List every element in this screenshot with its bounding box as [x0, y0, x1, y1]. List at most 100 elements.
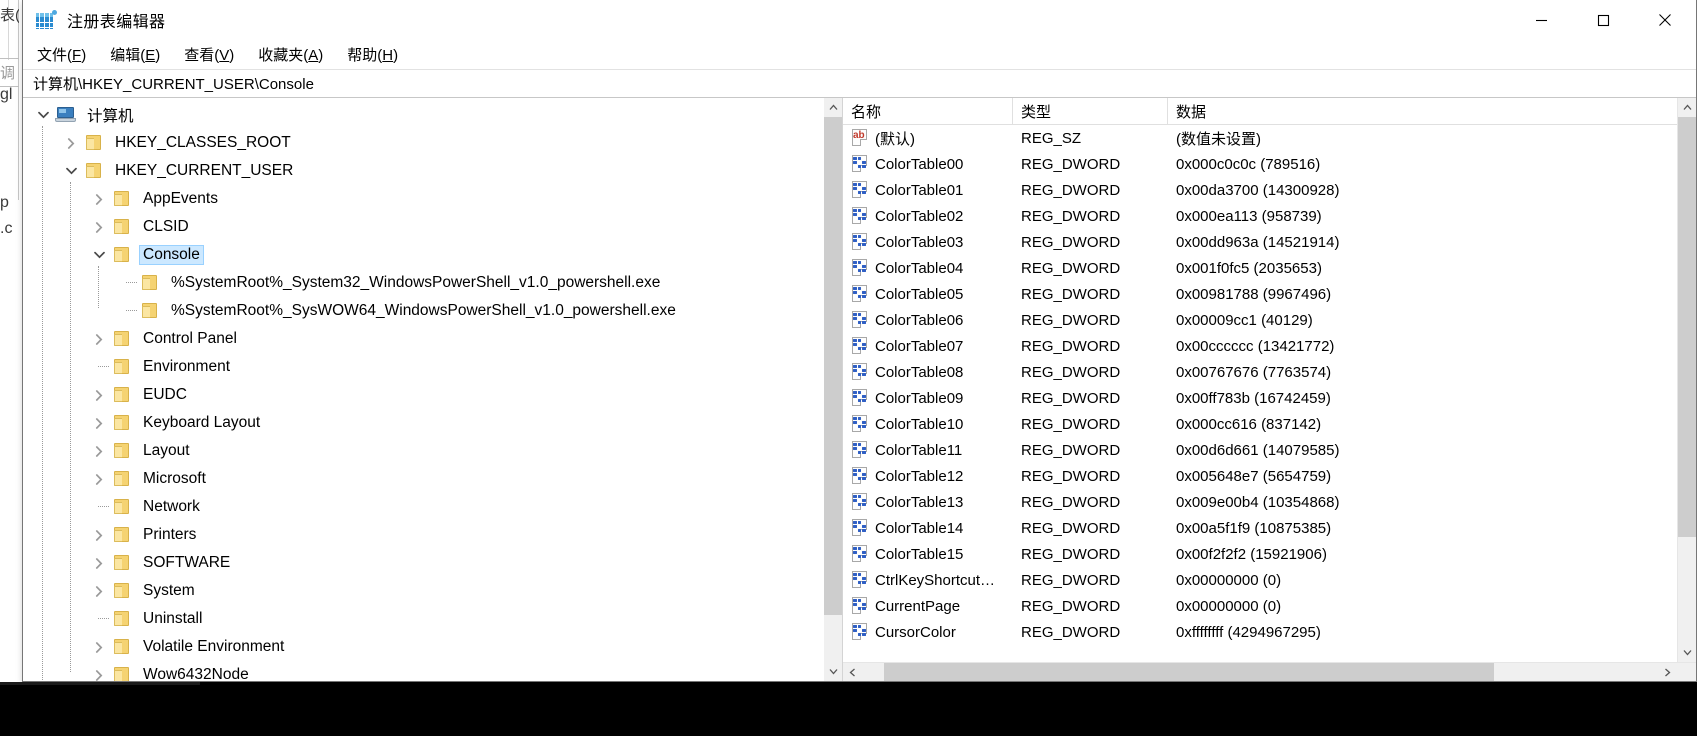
- value-row[interactable]: ColorTable15 REG_DWORD 0x00f2f2f2 (1592190…: [843, 541, 1677, 567]
- tree-expand-toggle[interactable]: [87, 661, 111, 681]
- value-row[interactable]: ColorTable07 REG_DWORD 0x00cccccc (1342177…: [843, 333, 1677, 359]
- value-row[interactable]: ColorTable04 REG_DWORD 0x001f0fc5 (2035653…: [843, 255, 1677, 281]
- tree-node-system[interactable]: System: [23, 577, 823, 605]
- menu-item-view[interactable]: 查看(V): [182, 42, 236, 67]
- value-row[interactable]: ColorTable13 REG_DWORD 0x009e00b4 (1035486…: [843, 489, 1677, 515]
- dword-bits: [853, 235, 866, 246]
- tree-node-[interactable]: 计算机: [23, 101, 823, 129]
- value-row[interactable]: CursorColor REG_DWORD 0xffffffff (42949672…: [843, 619, 1677, 645]
- value-row[interactable]: ColorTable08 REG_DWORD 0x00767676 (7763574…: [843, 359, 1677, 385]
- tree-node-software[interactable]: SOFTWARE: [23, 549, 823, 577]
- menu-item-edit[interactable]: 编辑(E): [108, 42, 162, 67]
- tree-node-volatile-environment[interactable]: Volatile Environment: [23, 633, 823, 661]
- values-horizontal-scrollbar[interactable]: [843, 662, 1696, 681]
- value-row[interactable]: ColorTable06 REG_DWORD 0x00009cc1 (40129): [843, 307, 1677, 333]
- tree-node-eudc[interactable]: EUDC: [23, 381, 823, 409]
- tree-node-environment[interactable]: Environment: [23, 353, 823, 381]
- values-scroll-left-button[interactable]: [843, 663, 862, 681]
- tree-node-uninstall[interactable]: Uninstall: [23, 605, 823, 633]
- column-header-data[interactable]: 数据: [1168, 98, 1677, 124]
- value-row[interactable]: ColorTable10 REG_DWORD 0x000cc616 (837142): [843, 411, 1677, 437]
- tree-scroll-thumb[interactable]: [824, 117, 842, 615]
- tree-expand-toggle[interactable]: [87, 381, 111, 409]
- values-hscroll-thumb[interactable]: [884, 663, 1494, 681]
- tree-node-wow6432node[interactable]: Wow6432Node: [23, 661, 823, 681]
- tree-node-microsoft[interactable]: Microsoft: [23, 465, 823, 493]
- value-row[interactable]: ColorTable03 REG_DWORD 0x00dd963a (1452191…: [843, 229, 1677, 255]
- tree-collapse-toggle[interactable]: [31, 101, 55, 129]
- tree-node-label: SOFTWARE: [143, 554, 231, 571]
- values-scroll-down-button[interactable]: [1678, 643, 1696, 662]
- value-row[interactable]: ColorTable05 REG_DWORD 0x00981788 (9967496…: [843, 281, 1677, 307]
- value-row[interactable]: CurrentPage REG_DWORD 0x00000000 (0): [843, 593, 1677, 619]
- registry-tree[interactable]: 计算机 HKEY_CLASSES_ROOT HKEY_CURRENT_USER App…: [23, 98, 823, 681]
- folder-icon: [111, 441, 133, 461]
- tree-node-hkey-classes-root[interactable]: HKEY_CLASSES_ROOT: [23, 129, 823, 157]
- dword-value-icon: [850, 493, 870, 511]
- maximize-button[interactable]: [1572, 0, 1634, 40]
- tree-scroll-track[interactable]: [824, 117, 842, 662]
- value-row[interactable]: ColorTable02 REG_DWORD 0x000ea113 (958739): [843, 203, 1677, 229]
- menu-item-favorites[interactable]: 收藏夹(A): [256, 42, 325, 67]
- menu-item-file[interactable]: 文件(F): [35, 42, 88, 67]
- tree-node-systemroot-syswow64-windowspowershell-v1-0-powershell-exe[interactable]: %SystemRoot%_SysWOW64_WindowsPowerShell_…: [23, 297, 823, 325]
- tree-expand-toggle[interactable]: [87, 185, 111, 213]
- column-header-type[interactable]: 类型: [1013, 98, 1168, 124]
- folder-icon: [111, 525, 133, 545]
- tree-expand-toggle[interactable]: [87, 633, 111, 661]
- value-row[interactable]: ColorTable12 REG_DWORD 0x005648e7 (5654759…: [843, 463, 1677, 489]
- tree-scroll-up-button[interactable]: [824, 98, 842, 117]
- tree-node-console[interactable]: Console: [23, 241, 823, 269]
- values-scroll-up-button[interactable]: [1678, 98, 1696, 117]
- address-bar[interactable]: 计算机\HKEY_CURRENT_USER\Console: [23, 70, 1696, 98]
- tree-collapse-toggle[interactable]: [59, 157, 83, 185]
- values-scroll-right-button[interactable]: [1658, 663, 1677, 681]
- tree-node-label: %SystemRoot%_System32_WindowsPowerShell_…: [171, 274, 661, 291]
- tree-expand-toggle[interactable]: [87, 549, 111, 577]
- tree-scroll-down-button[interactable]: [824, 662, 842, 681]
- values-hscroll-track[interactable]: [862, 663, 1658, 681]
- close-button[interactable]: [1634, 0, 1696, 40]
- tree-node-keyboard-layout[interactable]: Keyboard Layout: [23, 409, 823, 437]
- tree-expand-toggle[interactable]: [87, 213, 111, 241]
- tree-node-control-panel[interactable]: Control Panel: [23, 325, 823, 353]
- dword-bits: [853, 521, 866, 532]
- tree-node-clsid[interactable]: CLSID: [23, 213, 823, 241]
- menu-item-help[interactable]: 帮助(H): [345, 42, 400, 67]
- value-row[interactable]: ColorTable14 REG_DWORD 0x00a5f1f9 (1087538…: [843, 515, 1677, 541]
- values-vertical-scrollbar[interactable]: [1677, 98, 1696, 662]
- column-header-name[interactable]: 名称: [843, 98, 1013, 124]
- tree-expand-toggle[interactable]: [87, 521, 111, 549]
- value-row[interactable]: ColorTable11 REG_DWORD 0x00d6d661 (1407958…: [843, 437, 1677, 463]
- tree-node-network[interactable]: Network: [23, 493, 823, 521]
- folder-icon: [111, 469, 133, 489]
- tree-expand-toggle[interactable]: [87, 577, 111, 605]
- tree-node-appevents[interactable]: AppEvents: [23, 185, 823, 213]
- tree-expand-toggle[interactable]: [87, 465, 111, 493]
- dword-value-icon: [850, 259, 870, 277]
- tree-expand-toggle[interactable]: [87, 409, 111, 437]
- tree-expand-toggle[interactable]: [59, 129, 83, 157]
- tree-node-printers[interactable]: Printers: [23, 521, 823, 549]
- tree-node-label: Control Panel: [143, 330, 237, 347]
- values-scroll-thumb[interactable]: [1678, 117, 1696, 537]
- tree-expand-toggle[interactable]: [87, 437, 111, 465]
- values-rows[interactable]: ab (默认) REG_SZ (数值未设置) ColorTable00 REG_DWORD…: [843, 125, 1677, 662]
- tree-node-hkey-current-user[interactable]: HKEY_CURRENT_USER: [23, 157, 823, 185]
- value-row[interactable]: ColorTable01 REG_DWORD 0x00da3700 (1430092…: [843, 177, 1677, 203]
- registry-tree-pane: 计算机 HKEY_CLASSES_ROOT HKEY_CURRENT_USER App…: [23, 98, 843, 681]
- value-row[interactable]: CtrlKeyShortcut… REG_DWORD 0x00000000 (0): [843, 567, 1677, 593]
- title-bar[interactable]: 注册表编辑器: [23, 0, 1696, 40]
- minimize-button[interactable]: [1510, 0, 1572, 40]
- tree-expand-toggle[interactable]: [87, 325, 111, 353]
- values-scroll-track[interactable]: [1678, 117, 1696, 643]
- registry-path: 计算机\HKEY_CURRENT_USER\Console: [33, 76, 314, 93]
- tree-vertical-scrollbar[interactable]: [823, 98, 842, 681]
- tree-node-layout[interactable]: Layout: [23, 437, 823, 465]
- tree-node-systemroot-system32-windowspowershell-v1-0-powershell-exe[interactable]: %SystemRoot%_System32_WindowsPowerShell_…: [23, 269, 823, 297]
- value-row[interactable]: ColorTable09 REG_DWORD 0x00ff783b (1674245…: [843, 385, 1677, 411]
- value-row[interactable]: ColorTable00 REG_DWORD 0x000c0c0c (789516): [843, 151, 1677, 177]
- value-row[interactable]: ab (默认) REG_SZ (数值未设置): [843, 125, 1677, 151]
- folder-icon: [83, 133, 105, 153]
- tree-collapse-toggle[interactable]: [87, 241, 111, 269]
